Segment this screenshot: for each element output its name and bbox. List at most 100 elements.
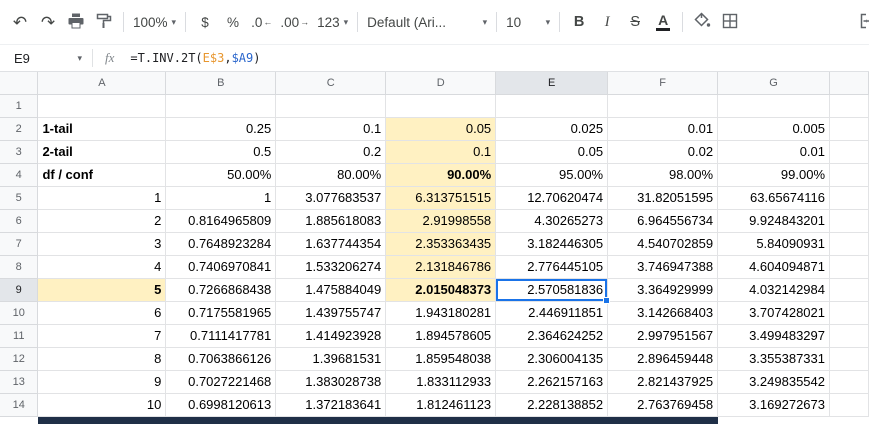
paint-format-button[interactable] (90, 8, 118, 36)
cell-G6[interactable]: 9.924843201 (717, 209, 830, 233)
cell-E12[interactable]: 2.306004135 (495, 347, 609, 371)
column-header-A[interactable]: A (37, 72, 167, 95)
formula-text[interactable]: =T.INV.2T(E$3,$A9) (130, 51, 869, 65)
italic-button[interactable]: I (593, 8, 621, 36)
cell-partial[interactable] (829, 117, 869, 141)
row-header-9[interactable]: 9 (0, 278, 39, 302)
cell-C3[interactable]: 0.2 (275, 140, 387, 164)
cell-E7[interactable]: 3.182446305 (495, 232, 609, 256)
cell-C6[interactable]: 1.885618083 (275, 209, 387, 233)
cell-D11[interactable]: 1.894578605 (385, 324, 497, 348)
cell-A13[interactable]: 9 (37, 370, 167, 394)
cell-B14[interactable]: 0.6998120613 (165, 393, 277, 417)
cell-partial[interactable] (829, 209, 869, 233)
select-all-corner[interactable] (0, 72, 39, 95)
cell-B11[interactable]: 0.7111417781 (165, 324, 277, 348)
cell-D1[interactable] (385, 94, 497, 118)
column-header-F[interactable]: F (607, 72, 719, 95)
cell-partial[interactable] (829, 140, 869, 164)
cell-F1[interactable] (607, 94, 719, 118)
cell-F12[interactable]: 2.896459448 (607, 347, 719, 371)
undo-button[interactable]: ↶ (6, 8, 34, 36)
cell-C4[interactable]: 80.00% (275, 163, 387, 187)
cell-A11[interactable]: 7 (37, 324, 167, 348)
cell-B6[interactable]: 0.8164965809 (165, 209, 277, 233)
cell-E6[interactable]: 4.30265273 (495, 209, 609, 233)
column-header-D[interactable]: D (385, 72, 497, 95)
cell-E2[interactable]: 0.025 (495, 117, 609, 141)
more-formats-button[interactable]: 123 ▾ (313, 8, 352, 36)
currency-format-button[interactable]: $ (191, 8, 219, 36)
fill-color-button[interactable] (688, 8, 716, 36)
cell-B5[interactable]: 1 (165, 186, 277, 210)
cell-D10[interactable]: 1.943180281 (385, 301, 497, 325)
cell-B4[interactable]: 50.00% (165, 163, 277, 187)
row-header-2[interactable]: 2 (0, 117, 39, 141)
cell-C7[interactable]: 1.637744354 (275, 232, 387, 256)
cell-A7[interactable]: 3 (37, 232, 167, 256)
cell-D4[interactable]: 90.00% (385, 163, 497, 187)
cell-A14[interactable]: 10 (37, 393, 167, 417)
cell-B8[interactable]: 0.7406970841 (165, 255, 277, 279)
row-header-8[interactable]: 8 (0, 255, 39, 279)
cell-E3[interactable]: 0.05 (495, 140, 609, 164)
row-header-7[interactable]: 7 (0, 232, 39, 256)
cell-B12[interactable]: 0.7063866126 (165, 347, 277, 371)
cell-E13[interactable]: 2.262157163 (495, 370, 609, 394)
cell-G13[interactable]: 3.249835542 (717, 370, 830, 394)
font-size-selector[interactable]: 10 ▾ (502, 8, 554, 36)
cell-F4[interactable]: 98.00% (607, 163, 719, 187)
cell-A4[interactable]: df / conf (37, 163, 167, 187)
cell-D2[interactable]: 0.05 (385, 117, 497, 141)
cell-partial[interactable] (829, 347, 869, 371)
cell-E9[interactable]: 2.570581836 (495, 278, 610, 303)
cell-F13[interactable]: 2.821437925 (607, 370, 719, 394)
cell-E5[interactable]: 12.70620474 (495, 186, 609, 210)
cell-G8[interactable]: 4.604094871 (717, 255, 830, 279)
cell-partial[interactable] (829, 301, 869, 325)
strikethrough-button[interactable]: S (621, 8, 649, 36)
cell-G9[interactable]: 4.032142984 (717, 278, 830, 302)
name-box[interactable]: E9 ▾ (0, 51, 92, 66)
column-header-partial[interactable] (829, 72, 869, 95)
cell-E14[interactable]: 2.228138852 (495, 393, 609, 417)
column-header-C[interactable]: C (275, 72, 387, 95)
cell-B13[interactable]: 0.7027221468 (165, 370, 277, 394)
cell-F3[interactable]: 0.02 (607, 140, 719, 164)
cell-F7[interactable]: 4.540702859 (607, 232, 719, 256)
cell-C1[interactable] (275, 94, 387, 118)
bold-button[interactable]: B (565, 8, 593, 36)
row-header-12[interactable]: 12 (0, 347, 39, 371)
row-header-1[interactable]: 1 (0, 94, 39, 118)
cell-C12[interactable]: 1.39681531 (275, 347, 387, 371)
cell-partial[interactable] (829, 255, 869, 279)
cell-A8[interactable]: 4 (37, 255, 167, 279)
row-header-4[interactable]: 4 (0, 163, 39, 187)
cell-C14[interactable]: 1.372183641 (275, 393, 387, 417)
cell-F5[interactable]: 31.82051595 (607, 186, 719, 210)
cell-F8[interactable]: 3.746947388 (607, 255, 719, 279)
cell-A10[interactable]: 6 (37, 301, 167, 325)
cell-D3[interactable]: 0.1 (385, 140, 497, 164)
cell-A3[interactable]: 2-tail (37, 140, 167, 164)
row-header-11[interactable]: 11 (0, 324, 39, 348)
cell-B3[interactable]: 0.5 (165, 140, 277, 164)
cell-E11[interactable]: 2.364624252 (495, 324, 609, 348)
cell-C13[interactable]: 1.383028738 (275, 370, 387, 394)
cell-G2[interactable]: 0.005 (717, 117, 830, 141)
cell-partial[interactable] (829, 232, 869, 256)
cell-A2[interactable]: 1-tail (37, 117, 167, 141)
cell-C2[interactable]: 0.1 (275, 117, 387, 141)
cell-partial[interactable] (829, 370, 869, 394)
cell-E4[interactable]: 95.00% (495, 163, 609, 187)
cell-B10[interactable]: 0.7175581965 (165, 301, 277, 325)
font-selector[interactable]: Default (Ari... ▾ (363, 8, 491, 36)
cell-D9[interactable]: 2.015048373 (385, 278, 497, 302)
cell-partial[interactable] (829, 186, 869, 210)
cell-partial[interactable] (829, 393, 869, 417)
cell-C10[interactable]: 1.439755747 (275, 301, 387, 325)
column-header-B[interactable]: B (165, 72, 277, 95)
cell-G5[interactable]: 63.65674116 (717, 186, 830, 210)
cell-D7[interactable]: 2.353363435 (385, 232, 497, 256)
cell-D8[interactable]: 2.131846786 (385, 255, 497, 279)
